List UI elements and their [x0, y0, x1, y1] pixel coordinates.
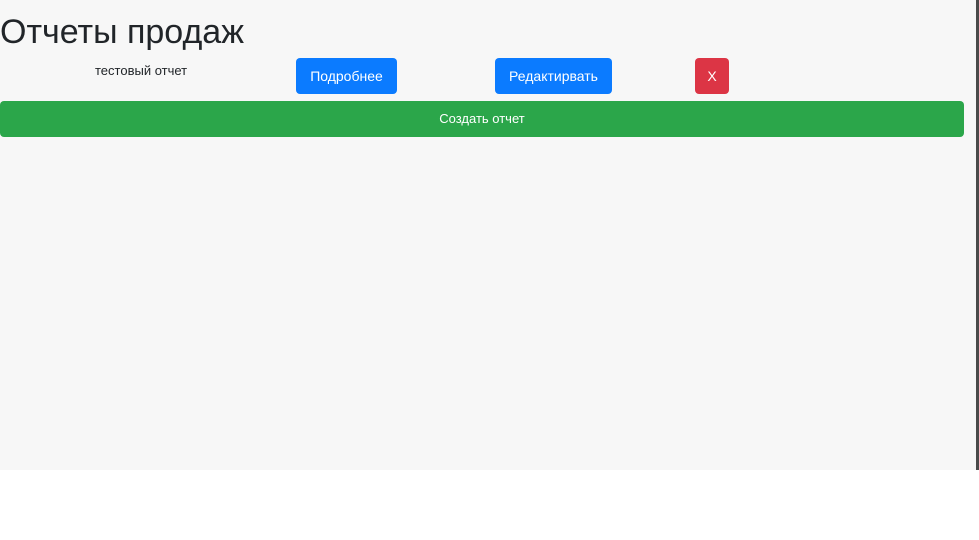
page-viewport: Отчеты продаж тестовый отчет Подробнее Р… — [0, 0, 979, 470]
report-name: тестовый отчет — [95, 63, 188, 78]
page-title: Отчеты продаж — [0, 13, 244, 51]
create-report-button[interactable]: Создать отчет — [0, 101, 964, 137]
delete-button[interactable]: X — [695, 58, 729, 94]
details-button[interactable]: Подробнее — [296, 58, 397, 94]
edit-button[interactable]: Редактирвать — [495, 58, 612, 94]
